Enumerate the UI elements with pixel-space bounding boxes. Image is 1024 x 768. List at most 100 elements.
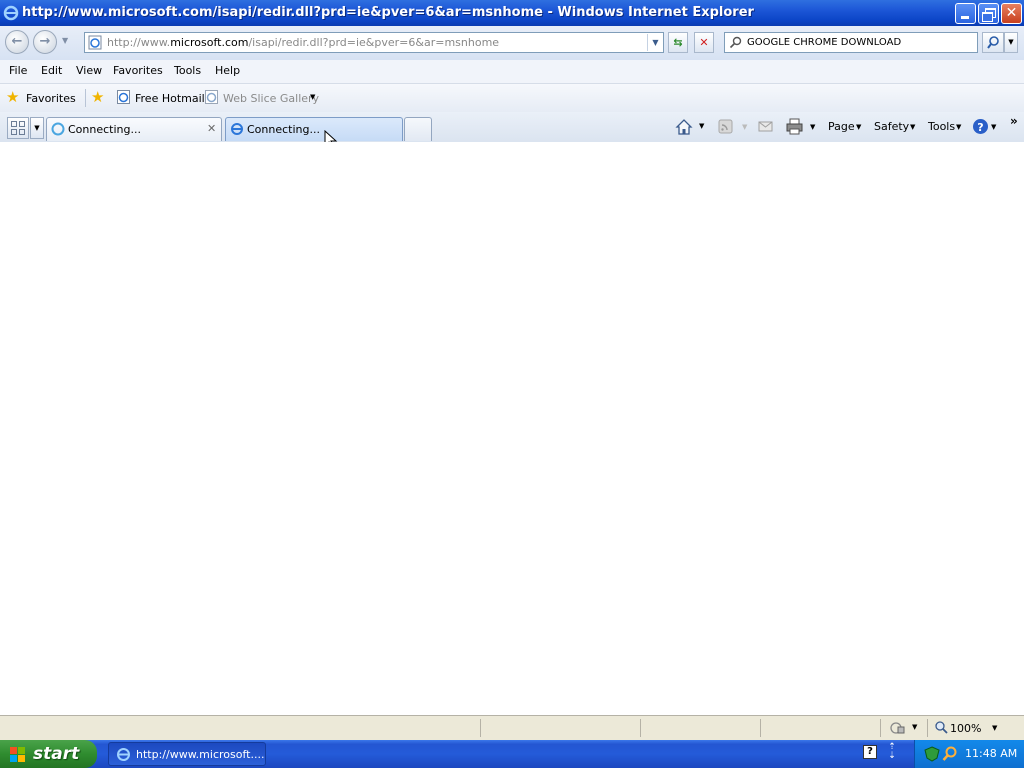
forward-button[interactable]: → xyxy=(33,30,57,54)
minimize-icon xyxy=(961,16,969,19)
page-menu-label: Page xyxy=(828,120,855,133)
zoom-magnifier-icon xyxy=(935,721,948,734)
refresh-button[interactable]: ⇆ xyxy=(668,32,688,53)
ie-logo-icon xyxy=(117,748,130,761)
favorites-label: Favorites xyxy=(26,92,76,105)
quick-tabs-button[interactable] xyxy=(7,117,29,139)
chevron-down-icon: ▼ xyxy=(310,93,316,101)
clock: 11:48 AM xyxy=(965,747,1018,760)
forward-arrow-icon: → xyxy=(39,34,51,49)
chevron-down-icon: ▼ xyxy=(1008,38,1014,46)
free-hotmail-link[interactable]: Free Hotmail xyxy=(117,89,205,107)
title-bar[interactable]: http://www.microsoft.com/isapi/redir.dll… xyxy=(0,0,1024,26)
search-input[interactable]: GOOGLE CHROME DOWNLOAD xyxy=(724,32,978,53)
page-menu-button[interactable]: Page ▼ xyxy=(826,118,866,136)
ie-logo-icon xyxy=(231,123,243,135)
menu-tools[interactable]: Tools xyxy=(174,64,201,77)
tab-close-icon[interactable]: ✕ xyxy=(207,122,216,135)
chevron-down-icon: ▼ xyxy=(956,123,962,131)
close-icon: ✕ xyxy=(1005,5,1018,21)
search-options-dropdown[interactable]: ▼ xyxy=(1004,32,1018,53)
quick-tabs-icon xyxy=(11,121,25,135)
chevron-down-icon: ▼ xyxy=(742,123,748,131)
favorites-bar: ★ Favorites ★ Free Hotmail Web Slice Gal… xyxy=(0,84,1024,112)
tab-1[interactable]: Connecting... ✕ xyxy=(46,117,222,141)
stop-button[interactable]: ✕ xyxy=(694,32,714,53)
zoom-control[interactable]: 100% ▼ xyxy=(934,720,1006,736)
chevron-down-icon: ▼ xyxy=(912,723,918,731)
toolbar-overflow-icon[interactable]: » xyxy=(1010,114,1018,128)
address-field[interactable]: http://www.microsoft.com/isapi/redir.dll… xyxy=(84,32,664,53)
menu-help[interactable]: Help xyxy=(215,64,240,77)
restore-button[interactable] xyxy=(978,3,999,24)
mail-icon xyxy=(758,121,773,132)
zoom-level: 100% xyxy=(950,722,982,735)
menu-view[interactable]: View xyxy=(76,64,102,77)
windows-logo-icon xyxy=(10,747,25,762)
status-bar: ▼ 100% ▼ xyxy=(0,715,1024,741)
help-button[interactable]: ? ▼ xyxy=(972,118,1000,136)
start-button[interactable]: start xyxy=(0,740,97,768)
chevron-down-icon: ▼ xyxy=(699,122,705,130)
menu-edit[interactable]: Edit xyxy=(41,64,62,77)
help-icon: ? xyxy=(973,119,988,134)
tab-list-dropdown[interactable]: ▼ xyxy=(30,117,44,139)
search-value: GOOGLE CHROME DOWNLOAD xyxy=(747,37,902,48)
read-mail-button[interactable] xyxy=(758,120,774,134)
ie-page-icon xyxy=(117,90,130,104)
home-icon xyxy=(675,119,693,135)
web-slice-gallery-link[interactable]: Web Slice Gallery ▼ xyxy=(205,89,320,107)
security-shield-icon[interactable] xyxy=(924,746,940,762)
web-slice-gallery-label: Web Slice Gallery xyxy=(223,92,320,105)
status-divider xyxy=(760,719,761,737)
feeds-button[interactable]: ▼ xyxy=(718,119,750,137)
menu-bar: File Edit View Favorites Tools Help xyxy=(0,60,1024,84)
ie-logo-icon xyxy=(3,5,19,21)
tab-2[interactable]: Connecting... xyxy=(225,117,403,141)
print-button[interactable]: ▼ xyxy=(786,118,818,136)
address-dropdown-icon[interactable]: ▼ xyxy=(647,34,663,51)
page-icon xyxy=(88,35,102,50)
taskbar-item-ie[interactable]: http://www.microsoft.... xyxy=(108,742,266,766)
ie-page-icon xyxy=(205,90,218,104)
network-status-icon[interactable]: ⇡ ⇣ xyxy=(886,743,898,763)
toolbar-divider xyxy=(85,89,86,107)
favorites-button[interactable]: ★ Favorites xyxy=(4,88,78,108)
tab-2-label: Connecting... xyxy=(247,123,320,136)
search-tray-icon[interactable] xyxy=(942,746,958,762)
taskbar-item-label: http://www.microsoft.... xyxy=(136,748,265,761)
help-notification-icon[interactable]: ? xyxy=(863,745,877,759)
start-label: start xyxy=(33,744,80,764)
status-divider xyxy=(480,719,481,737)
home-button[interactable]: ▼ xyxy=(675,118,707,136)
menu-file[interactable]: File xyxy=(9,64,27,77)
tab-1-label: Connecting... xyxy=(68,123,141,136)
star-icon: ★ xyxy=(6,88,20,106)
tab-row: ▼ Connecting... ✕ Connecting... ▼ ▼ ▼ Pa… xyxy=(0,112,1024,150)
rss-feed-icon xyxy=(718,119,733,134)
chevron-down-icon: ▼ xyxy=(856,123,862,131)
navigation-bar: ← → ▼ http://www.microsoft.com/isapi/red… xyxy=(0,26,1024,60)
system-tray: 11:48 AM xyxy=(914,740,1024,768)
tools-menu-button[interactable]: Tools ▼ xyxy=(926,118,968,136)
search-button[interactable] xyxy=(982,32,1004,53)
stop-icon: ✕ xyxy=(699,36,709,49)
status-divider xyxy=(880,719,881,737)
safety-menu-button[interactable]: Safety ▼ xyxy=(872,118,920,136)
loading-spinner-icon xyxy=(51,122,65,136)
security-lock-icon xyxy=(890,722,905,734)
close-button[interactable]: ✕ xyxy=(1001,3,1022,24)
minimize-button[interactable] xyxy=(955,3,976,24)
chevron-down-icon: ▼ xyxy=(34,124,40,132)
address-url: http://www.microsoft.com/isapi/redir.dll… xyxy=(107,36,500,49)
recent-pages-dropdown-icon[interactable]: ▼ xyxy=(62,36,68,45)
new-tab-button[interactable] xyxy=(404,117,432,141)
status-divider xyxy=(640,719,641,737)
add-to-favorites-bar-icon[interactable]: ★ xyxy=(91,88,104,106)
back-button[interactable]: ← xyxy=(5,30,29,54)
page-content[interactable] xyxy=(0,142,1024,715)
search-provider-icon xyxy=(729,36,742,49)
menu-favorites[interactable]: Favorites xyxy=(113,64,163,77)
chevron-down-icon: ▼ xyxy=(991,123,997,131)
protected-mode-button[interactable]: ▼ xyxy=(888,720,922,736)
